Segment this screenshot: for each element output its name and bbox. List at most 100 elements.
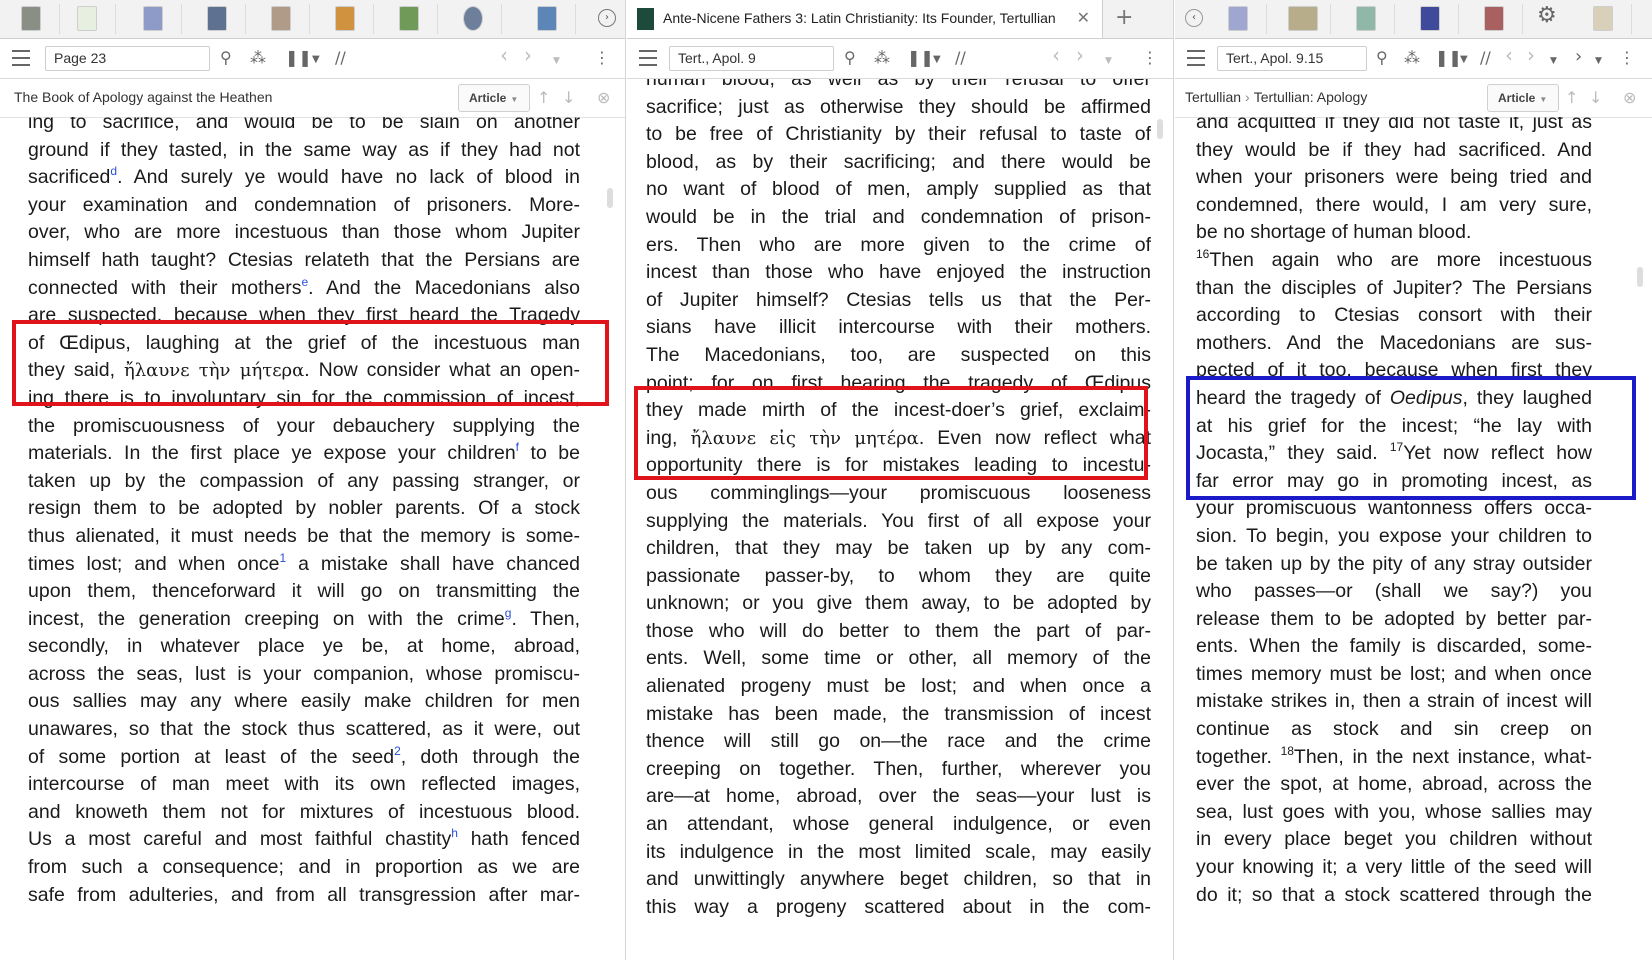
- parallel-resources-icon[interactable]: ⁂: [250, 48, 266, 68]
- footnote-marker[interactable]: 2: [394, 744, 401, 758]
- text-segment: ing to sacrifice, and would be to be sla…: [28, 117, 580, 133]
- visual-filters-icon[interactable]: ❚❚: [285, 48, 312, 68]
- history-dropdown-icon[interactable]: ▼: [1550, 51, 1557, 71]
- tab-thumbnail-6[interactable]: [322, 4, 374, 34]
- tab-thumbnail-1[interactable]: [8, 4, 60, 34]
- left-toolbar: Page 23 ⚲ ⁂ ❚❚ ▼ // ‹ › ▼ ⋮: [0, 39, 625, 79]
- link-set-icon[interactable]: //: [335, 48, 346, 68]
- tab-thumbnail-5[interactable]: [258, 4, 310, 34]
- chevron-down-icon[interactable]: ▼: [933, 50, 941, 70]
- footnote-marker[interactable]: h: [451, 826, 458, 840]
- more-options-icon[interactable]: ⋮: [1619, 48, 1635, 68]
- close-circle-icon[interactable]: ⊗: [597, 88, 610, 107]
- reference-box[interactable]: Page 23: [45, 46, 210, 71]
- text-segment: times lost; and when once: [28, 552, 280, 575]
- tab-thumbnail-3[interactable]: [130, 4, 182, 34]
- view-selector-button[interactable]: Article ▼: [1487, 84, 1559, 112]
- forward-icon[interactable]: ›: [524, 45, 532, 65]
- forward-icon[interactable]: ›: [1527, 45, 1535, 65]
- arrow-down-icon[interactable]: ↓: [562, 88, 575, 107]
- search-icon[interactable]: ⚲: [1376, 48, 1388, 68]
- visual-filters-icon[interactable]: ❚❚: [1435, 48, 1462, 68]
- text-line: incest, the generation creeping on with …: [28, 606, 580, 634]
- parallel-resources-icon[interactable]: ⁂: [1404, 48, 1420, 68]
- tab-thumbnail-8[interactable]: [450, 4, 502, 34]
- panel-menu-icon[interactable]: [12, 50, 30, 66]
- text-segment: condemned, there would, I am very sure,: [1196, 193, 1592, 216]
- scrollbar-thumb[interactable]: [1157, 119, 1163, 139]
- gear-icon[interactable]: ⚙: [1537, 5, 1557, 27]
- text-segment: supplying the materials. You first of al…: [646, 509, 1151, 532]
- tab-thumbnail-4[interactable]: [1407, 4, 1459, 34]
- visual-filters-icon[interactable]: ❚❚: [907, 48, 934, 68]
- tab-thumbnail-5[interactable]: [1471, 4, 1523, 34]
- forward-icon[interactable]: ›: [1076, 45, 1084, 65]
- arrow-up-icon[interactable]: ↑: [1565, 88, 1578, 107]
- text-line: according to Ctesias consort with their: [1196, 302, 1592, 330]
- search-icon[interactable]: ⚲: [220, 48, 232, 68]
- tab-thumbnail-4[interactable]: [194, 4, 246, 34]
- back-icon[interactable]: ‹: [1505, 45, 1513, 65]
- link-set-icon[interactable]: //: [1480, 48, 1491, 68]
- text-line: opportunity there is for mistakes leadin…: [646, 452, 1151, 480]
- add-tab-icon[interactable]: +: [1115, 5, 1133, 30]
- tab-thumbnail-7[interactable]: [386, 4, 438, 34]
- tab-active-resource[interactable]: Ante-Nicene Fathers 3: Latin Christianit…: [627, 0, 1103, 38]
- scrollbar-thumb[interactable]: [607, 188, 613, 208]
- reference-box[interactable]: Tert., Apol. 9.15: [1217, 46, 1367, 71]
- history-dropdown-icon[interactable]: ▼: [553, 51, 560, 71]
- text-segment: thus alienated, it must needs be that th…: [28, 524, 580, 547]
- text-segment: times memory must be lost; and when once: [1196, 662, 1592, 685]
- parallel-resources-icon[interactable]: ⁂: [874, 48, 890, 68]
- middle-reading-area[interactable]: human blood, as well as by their refusal…: [627, 79, 1173, 960]
- history-dropdown-icon[interactable]: ▼: [1105, 51, 1112, 71]
- text-segment: your promiscuous wantonness offers occa-: [1196, 497, 1592, 520]
- breadcrumb-item[interactable]: Tertullian: Apology: [1254, 89, 1368, 105]
- text-line: alienated progeny must be lost; and when…: [646, 673, 1151, 701]
- search-icon[interactable]: ⚲: [844, 48, 856, 68]
- more-dropdown-icon[interactable]: ▼: [1595, 51, 1602, 71]
- text-line: The Macedonians, too, are suspected on t…: [646, 342, 1151, 370]
- panel-menu-icon[interactable]: [1187, 50, 1205, 66]
- text-segment: Oedipus: [1389, 386, 1463, 409]
- scroll-tabs-back-icon[interactable]: ‹: [1185, 9, 1203, 27]
- text-segment: safe from adulteries, and from all trans…: [28, 883, 580, 906]
- arrow-up-icon[interactable]: ↑: [537, 88, 550, 107]
- close-circle-icon[interactable]: ⊗: [1623, 88, 1636, 107]
- more-options-icon[interactable]: ⋮: [1142, 48, 1158, 68]
- scroll-tabs-icon[interactable]: ›: [598, 9, 616, 27]
- text-line: of Jupiter himself? Ctesias tells us tha…: [646, 287, 1151, 315]
- text-line: an attendant, whose general indulgence, …: [646, 811, 1151, 839]
- back-icon[interactable]: ‹: [500, 45, 508, 65]
- text-segment: those who will do better to them the par…: [646, 619, 1151, 642]
- right-reading-area[interactable]: and acquitted if they did not taste it, …: [1175, 117, 1652, 960]
- text-line: sea, lust goes with you, whose sallies m…: [1196, 799, 1592, 827]
- chevron-down-icon[interactable]: ▼: [1460, 50, 1468, 70]
- left-reading-area[interactable]: ing to sacrifice, and would be to be sla…: [0, 117, 625, 960]
- middle-tab-strip: Ante-Nicene Fathers 3: Latin Christianit…: [627, 0, 1173, 39]
- close-icon[interactable]: ✕: [1077, 8, 1090, 27]
- reference-box[interactable]: Tert., Apol. 9: [669, 46, 834, 71]
- tab-thumbnail-2[interactable]: [1279, 4, 1331, 34]
- tab-thumbnail-2[interactable]: [64, 4, 116, 34]
- middle-article-text: human blood, as well as by their refusal…: [646, 79, 1151, 921]
- next-icon[interactable]: ›: [1575, 47, 1582, 67]
- panel-menu-icon[interactable]: [639, 50, 657, 66]
- tab-thumbnail-1[interactable]: [1215, 4, 1267, 34]
- scrollbar-thumb[interactable]: [1637, 267, 1643, 287]
- tab-thumbnail-6[interactable]: [1580, 4, 1632, 34]
- chevron-down-icon[interactable]: ▼: [312, 50, 320, 70]
- arrow-down-icon[interactable]: ↓: [1589, 88, 1602, 107]
- tab-thumbnail-3[interactable]: [1343, 4, 1395, 34]
- text-segment: . And the Macedonians also: [308, 276, 580, 299]
- more-options-icon[interactable]: ⋮: [594, 48, 610, 68]
- text-line: far error may go in promoting incest, as: [1196, 468, 1592, 496]
- link-set-icon[interactable]: //: [955, 48, 966, 68]
- page-title: The Book of Apology against the Heathen: [14, 89, 273, 105]
- view-selector-button[interactable]: Article ▼: [458, 84, 530, 112]
- tab-thumbnail-9[interactable]: [524, 4, 576, 34]
- back-icon[interactable]: ‹: [1052, 45, 1060, 65]
- text-segment: no want of blood of men, amply supplied …: [646, 178, 1151, 201]
- text-segment: mothers. And the Macedonians are sus-: [1196, 331, 1592, 354]
- breadcrumb-item[interactable]: Tertullian: [1185, 89, 1241, 105]
